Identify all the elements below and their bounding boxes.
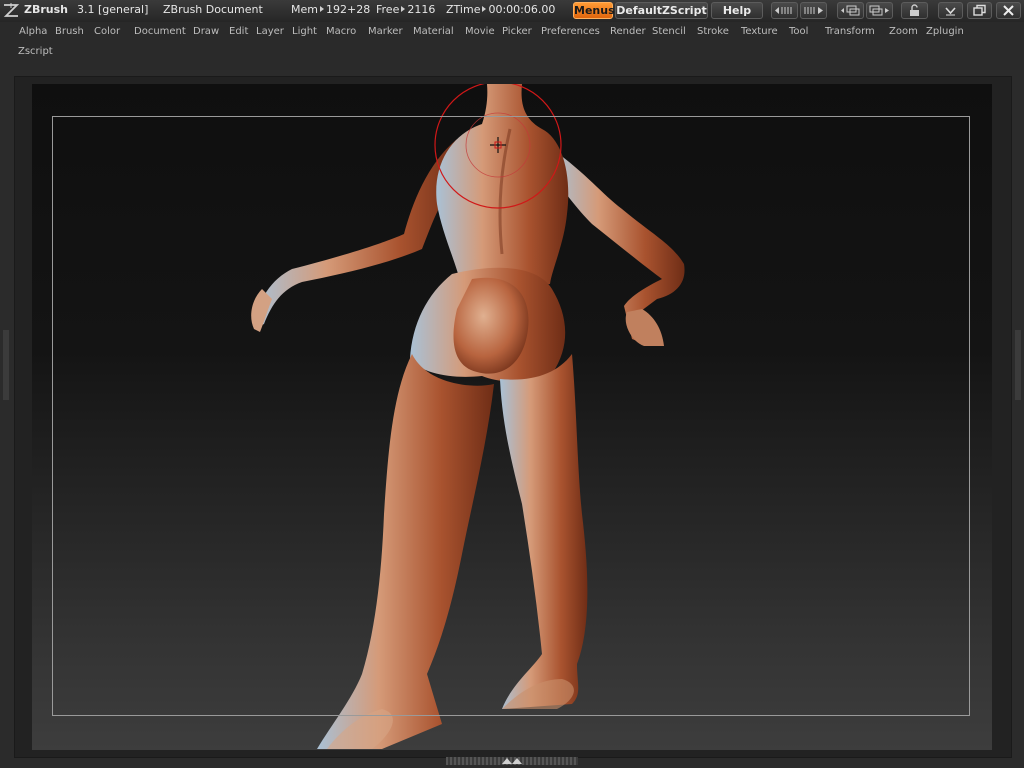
layout-left-icon[interactable] bbox=[837, 2, 864, 19]
ztime-label: ZTime bbox=[446, 3, 481, 16]
zbrush-logo-icon bbox=[3, 3, 20, 17]
menu-zplugin[interactable]: Zplugin bbox=[926, 26, 964, 37]
ztime-readout: ZTime 00:00:06.00 bbox=[446, 3, 555, 16]
menu-texture[interactable]: Texture bbox=[741, 26, 778, 37]
menu-transform[interactable]: Transform bbox=[825, 26, 875, 37]
arrow-icon bbox=[482, 6, 487, 12]
menu-macro[interactable]: Macro bbox=[326, 26, 356, 37]
menu-draw[interactable]: Draw bbox=[193, 26, 219, 37]
menu-picker[interactable]: Picker bbox=[502, 26, 532, 37]
chevron-up-icon bbox=[502, 758, 522, 764]
default-zscript-button[interactable]: DefaultZScript bbox=[615, 2, 708, 19]
menu-zoom[interactable]: Zoom bbox=[889, 26, 918, 37]
free-readout: Free 2116 bbox=[376, 3, 435, 16]
menu-stencil[interactable]: Stencil bbox=[652, 26, 686, 37]
close-icon[interactable] bbox=[996, 2, 1021, 19]
free-label: Free bbox=[376, 3, 400, 16]
menu-movie[interactable]: Movie bbox=[465, 26, 495, 37]
menu-edit[interactable]: Edit bbox=[229, 26, 248, 37]
scroll-left-icon[interactable] bbox=[771, 2, 798, 19]
document-name: ZBrush Document bbox=[163, 3, 263, 16]
menu-stroke[interactable]: Stroke bbox=[697, 26, 729, 37]
restore-icon[interactable] bbox=[967, 2, 992, 19]
menu-preferences[interactable]: Preferences bbox=[541, 26, 600, 37]
bottom-tray-handle[interactable] bbox=[446, 757, 578, 765]
menu-layer[interactable]: Layer bbox=[256, 26, 284, 37]
arrow-icon bbox=[319, 6, 324, 12]
help-button[interactable]: Help bbox=[711, 2, 763, 19]
document-border bbox=[52, 116, 970, 716]
menus-button[interactable]: Menus bbox=[573, 2, 615, 19]
menu-brush[interactable]: Brush bbox=[55, 26, 84, 37]
menu-tool[interactable]: Tool bbox=[789, 26, 808, 37]
arrow-icon bbox=[401, 6, 406, 12]
right-tray-handle[interactable] bbox=[1015, 330, 1021, 400]
scroll-right-icon[interactable] bbox=[800, 2, 827, 19]
menu-material[interactable]: Material bbox=[413, 26, 454, 37]
menu-zscript[interactable]: Zscript bbox=[18, 46, 53, 57]
ztime-value: 00:00:06.00 bbox=[488, 3, 556, 16]
free-value: 2116 bbox=[407, 3, 436, 16]
menu-light[interactable]: Light bbox=[292, 26, 317, 37]
mem-label: Mem bbox=[291, 3, 318, 16]
layout-right-icon[interactable] bbox=[866, 2, 893, 19]
menu-marker[interactable]: Marker bbox=[368, 26, 403, 37]
menu-alpha[interactable]: Alpha bbox=[19, 26, 47, 37]
menu-bar: Alpha Brush Color Document Draw Edit Lay… bbox=[0, 22, 1024, 70]
lock-icon[interactable] bbox=[901, 2, 928, 19]
title-bar: ZBrush 3.1 [general] ZBrush Document Mem… bbox=[0, 0, 1024, 22]
minimize-icon[interactable] bbox=[938, 2, 963, 19]
mem-value: 192+28 bbox=[325, 3, 371, 16]
app-name: ZBrush bbox=[24, 3, 68, 16]
menu-document[interactable]: Document bbox=[134, 26, 186, 37]
menu-color[interactable]: Color bbox=[94, 26, 120, 37]
left-tray-handle[interactable] bbox=[3, 330, 9, 400]
app-version: 3.1 [general] bbox=[77, 3, 149, 16]
menu-render[interactable]: Render bbox=[610, 26, 646, 37]
memory-readout: Mem 192+28 bbox=[291, 3, 370, 16]
